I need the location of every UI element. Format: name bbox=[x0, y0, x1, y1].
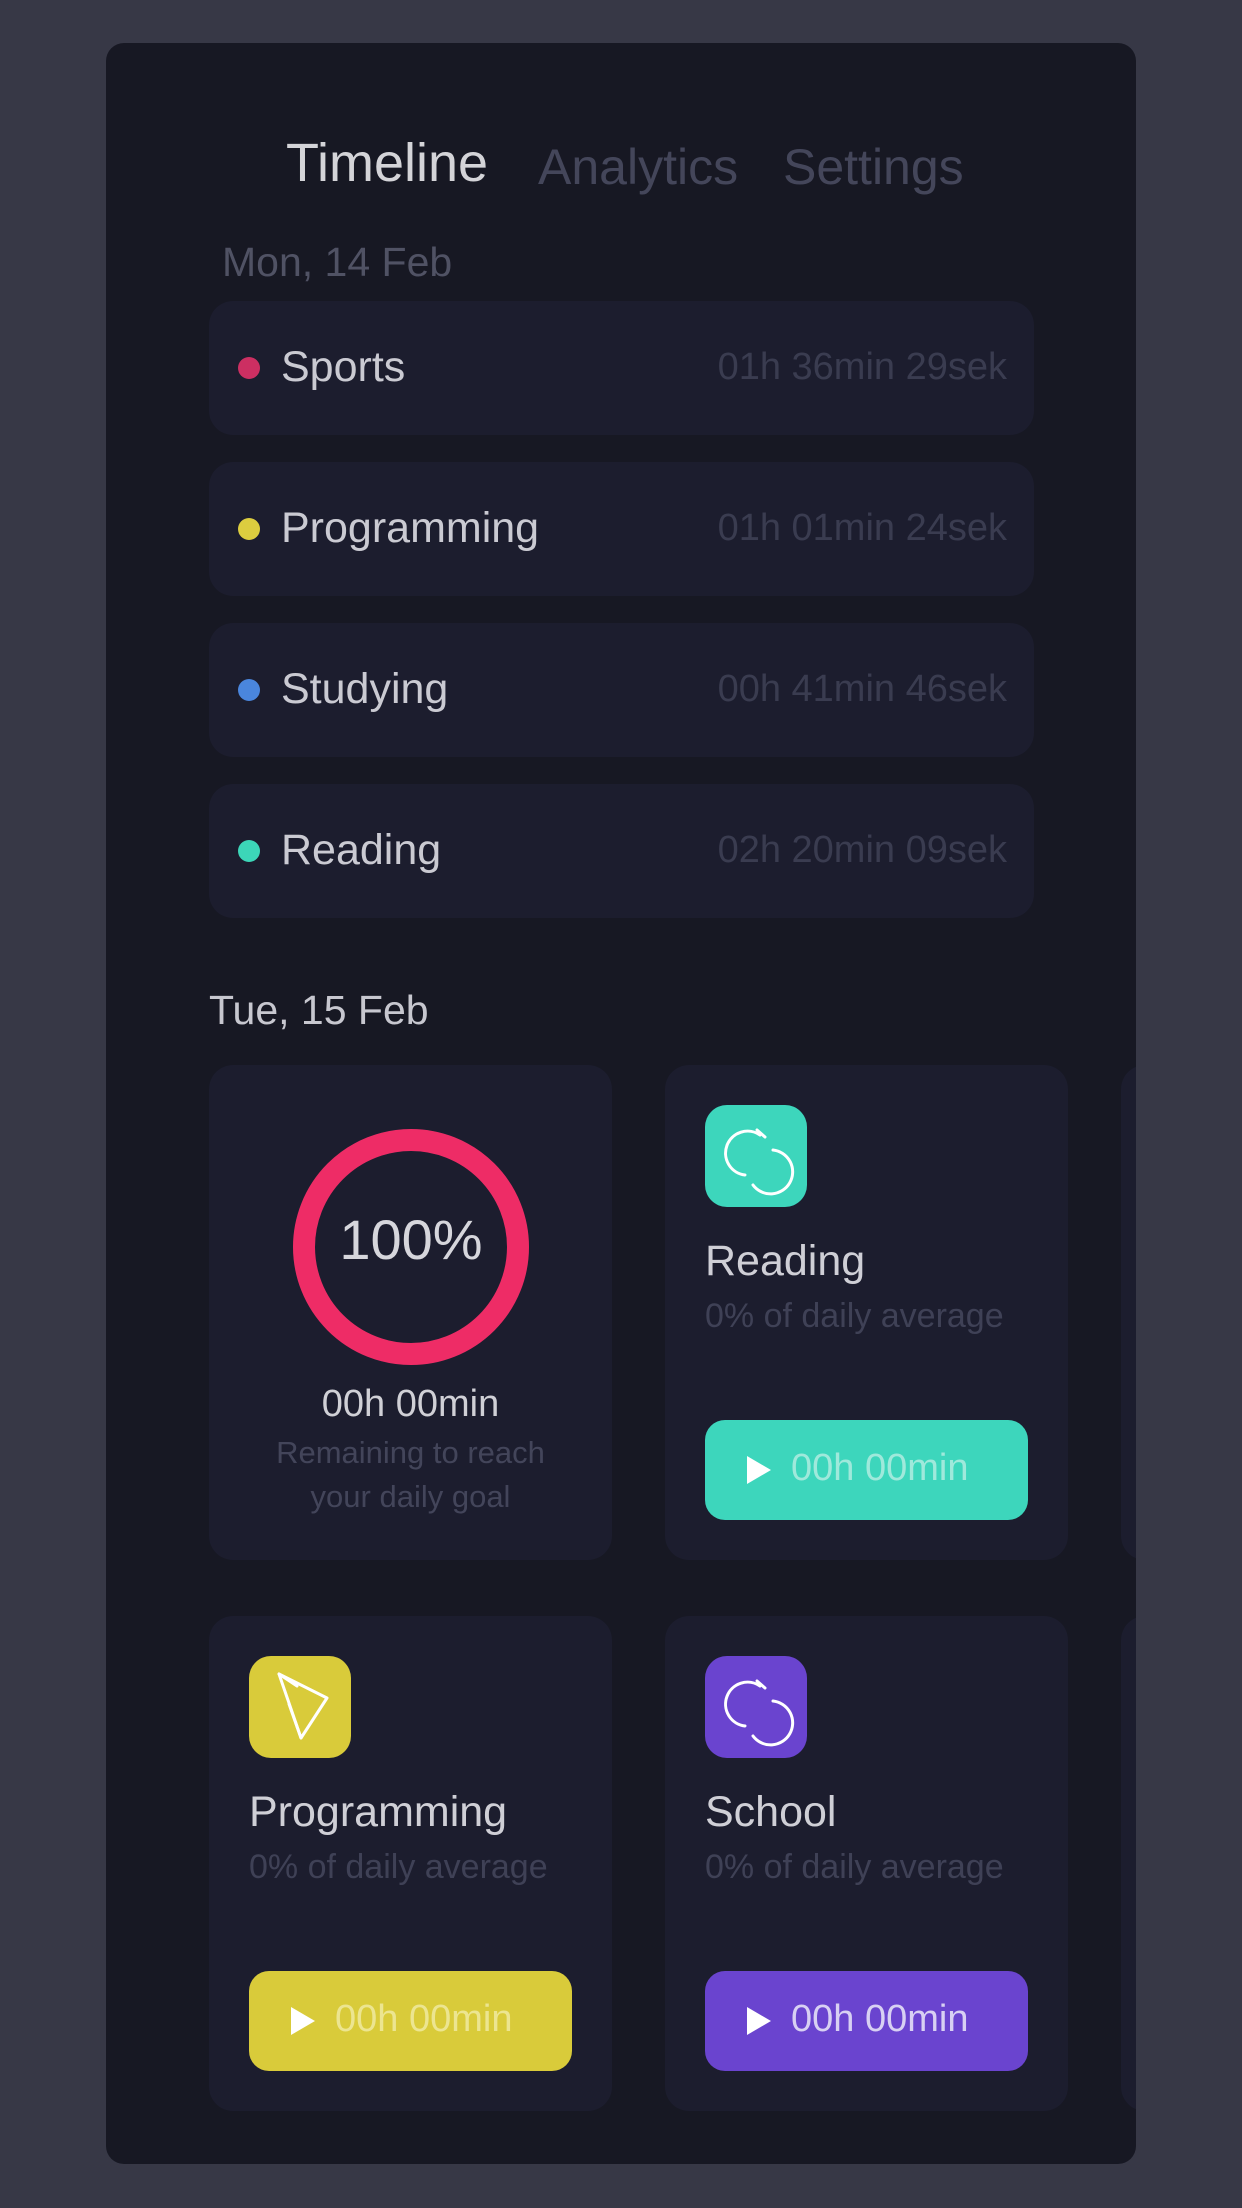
goal-percent: 100% bbox=[339, 1208, 483, 1271]
programming-color-dot bbox=[238, 518, 260, 540]
activity-subtitle: 0% of daily average bbox=[705, 1848, 1004, 1886]
entry-label: Reading bbox=[281, 826, 442, 874]
activity-subtitle: 0% of daily average bbox=[249, 1848, 548, 1886]
daily-goal-card: 100% 00h 00min Remaining to reach your d… bbox=[209, 1065, 612, 1560]
play-icon bbox=[747, 2007, 771, 2035]
timeline-entry-programming[interactable]: Programming 01h 01min 24sek bbox=[209, 462, 1034, 596]
button-label: 00h 00min bbox=[791, 1447, 969, 1489]
nav-tabs: Timeline Analytics Settings bbox=[106, 133, 1136, 218]
entry-time: 00h 41min 46sek bbox=[717, 668, 1007, 710]
timeline-entry-reading[interactable]: Reading 02h 20min 09sek bbox=[209, 784, 1034, 918]
school-start-button[interactable]: 00h 00min bbox=[705, 1971, 1028, 2071]
activity-card-partial[interactable] bbox=[1121, 1616, 1136, 2111]
play-icon bbox=[291, 2007, 315, 2035]
date-heading-tue: Tue, 15 Feb bbox=[209, 987, 429, 1033]
reading-color-dot bbox=[238, 840, 260, 862]
pen-icon bbox=[249, 1656, 351, 1758]
timeline-entry-studying[interactable]: Studying 00h 41min 46sek bbox=[209, 623, 1034, 757]
timeline-entry-sports[interactable]: Sports 01h 36min 29sek bbox=[209, 301, 1034, 435]
button-label: 00h 00min bbox=[791, 1998, 969, 2040]
studying-color-dot bbox=[238, 679, 260, 701]
entry-label: Studying bbox=[281, 665, 449, 713]
activity-title: School bbox=[705, 1788, 837, 1836]
button-label: 00h 00min bbox=[335, 1998, 513, 2040]
refresh-icon bbox=[705, 1105, 807, 1207]
tab-settings[interactable]: Settings bbox=[783, 138, 964, 196]
activity-card-partial[interactable] bbox=[1121, 1065, 1136, 1560]
goal-remaining-time: 00h 00min bbox=[321, 1383, 500, 1425]
activity-subtitle: 0% of daily average bbox=[705, 1297, 1004, 1335]
reading-start-button[interactable]: 00h 00min bbox=[705, 1420, 1028, 1520]
activity-title: Programming bbox=[249, 1788, 508, 1836]
refresh-icon bbox=[705, 1656, 807, 1758]
entry-label: Sports bbox=[281, 343, 406, 391]
entry-time: 01h 01min 24sek bbox=[717, 507, 1007, 549]
app-panel: Timeline Analytics Settings Mon, 14 Feb … bbox=[106, 43, 1136, 2164]
tab-timeline[interactable]: Timeline bbox=[286, 132, 488, 194]
tab-analytics[interactable]: Analytics bbox=[538, 138, 738, 196]
entry-time: 01h 36min 29sek bbox=[717, 346, 1007, 388]
activity-card-reading[interactable]: Reading 0% of daily average 00h 00min bbox=[665, 1065, 1068, 1560]
entry-time: 02h 20min 09sek bbox=[717, 829, 1007, 871]
date-heading-mon: Mon, 14 Feb bbox=[222, 239, 453, 285]
activity-title: Reading bbox=[705, 1237, 866, 1285]
sports-color-dot bbox=[238, 357, 260, 379]
entry-label: Programming bbox=[281, 504, 540, 552]
activity-card-programming[interactable]: Programming 0% of daily average 00h 00mi… bbox=[209, 1616, 612, 2111]
activity-card-school[interactable]: School 0% of daily average 00h 00min bbox=[665, 1616, 1068, 2111]
programming-start-button[interactable]: 00h 00min bbox=[249, 1971, 572, 2071]
goal-progress-ring: 100% bbox=[291, 1127, 531, 1367]
play-icon bbox=[747, 1456, 771, 1484]
goal-caption: Remaining to reach your daily goal bbox=[276, 1435, 545, 1514]
